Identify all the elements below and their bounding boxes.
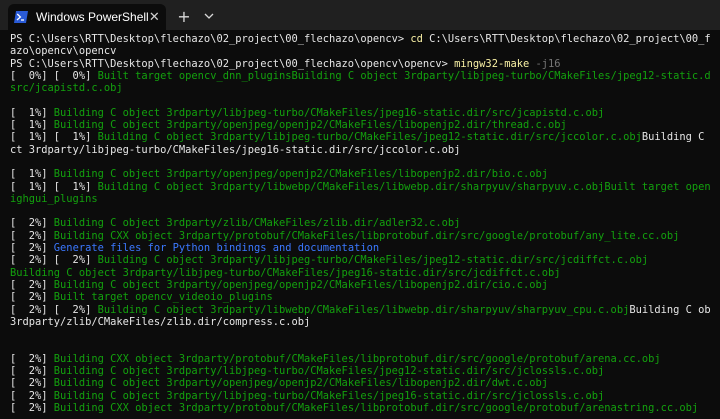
- terminal-text: [ 2%]: [10, 389, 54, 402]
- powershell-icon: [14, 11, 28, 23]
- close-icon[interactable]: ✕: [149, 8, 160, 26]
- terminal-text: [ 2%]: [10, 291, 54, 304]
- terminal-text: ighgui_plugins: [10, 192, 98, 205]
- terminal-text: [ 2%]: [10, 365, 54, 378]
- chevron-down-icon[interactable]: [200, 6, 218, 26]
- terminal-text: ct 3rdparty/libjpeg-turbo/CMakeFiles/jpe…: [10, 143, 461, 156]
- terminal-line: [ 2%] [ 2%] Building C object 3rdparty/l…: [10, 254, 710, 266]
- terminal-text: azo\opencv\opencv: [10, 45, 117, 58]
- terminal-line: [ 2%] Built target opencv_videoio_plugin…: [10, 291, 710, 303]
- terminal-line: [ 2%] Generate files for Python bindings…: [10, 242, 710, 254]
- terminal-text: Building C object 3rdparty/libwebp/CMake…: [97, 303, 630, 316]
- new-tab-button[interactable]: +: [174, 6, 194, 26]
- terminal-text: 3rdparty/zlib/CMakeFiles/zlib.dir/compre…: [10, 315, 311, 328]
- terminal-text: src/jcapistd.c.obj: [10, 82, 123, 95]
- terminal-text: Building C object 3rdparty/libjpeg-turbo…: [291, 69, 710, 82]
- terminal-text: Built target opencv_h: [604, 180, 710, 193]
- terminal-text: [ 1%]: [10, 168, 54, 181]
- terminal-line: azo\opencv\opencv: [10, 45, 710, 57]
- terminal-text: mingw32-make: [454, 57, 536, 70]
- terminal-text: [ 2%]: [10, 278, 54, 291]
- terminal-text: Generate files for Python bindings and d…: [53, 242, 380, 255]
- terminal-text: Building C object 3rdparty/openjpeg/open…: [53, 278, 548, 291]
- terminal-line: [ 2%] Building CXX object 3rdparty/proto…: [10, 402, 710, 414]
- terminal-text: C:\Users\RTT\Desktop\flechazo\02_project…: [429, 33, 710, 45]
- terminal-text: [ 2%]: [10, 229, 54, 242]
- terminal-line: [ 2%] Building C object 3rdparty/libjpeg…: [10, 390, 710, 402]
- terminal-text: [ 2%]: [10, 401, 54, 414]
- terminal-text: [ 1%] [ 1%]: [10, 180, 98, 193]
- terminal-text: [ 2%]: [10, 377, 54, 390]
- terminal-line: 3rdparty/zlib/CMakeFiles/zlib.dir/compre…: [10, 316, 710, 328]
- terminal-text: Building C object 3rdparty/openjpeg/open…: [53, 377, 548, 390]
- terminal-line: [ 2%] Building C object 3rdparty/openjpe…: [10, 279, 710, 291]
- terminal-line: [ 2%] Building CXX object 3rdparty/proto…: [10, 353, 710, 365]
- terminal-line: Building C object 3rdparty/libjpeg-turbo…: [10, 267, 710, 279]
- powershell-window: Windows PowerShell ✕ + PS C:\Users\RTT\D…: [0, 0, 720, 419]
- terminal-text: Building CXX object 3rdparty/protobuf/CM…: [53, 401, 699, 414]
- terminal-text: Building C obje: [641, 131, 705, 144]
- title-bar: Windows PowerShell ✕ +: [0, 0, 720, 30]
- terminal-text: Building C object 3rdparty/openjpeg/open…: [53, 168, 548, 181]
- terminal-text: [ 1%]: [10, 119, 54, 132]
- terminal-text: -j16: [535, 57, 561, 70]
- terminal-line: [ 1%] Building C object 3rdparty/openjpe…: [10, 119, 710, 131]
- tab-title: Windows PowerShell: [36, 10, 149, 24]
- terminal-text: [ 2%]: [10, 242, 54, 255]
- terminal-text: [ 2%] [ 2%]: [10, 254, 98, 267]
- terminal-text: Building C object 3rdparty/libwebp/CMake…: [97, 180, 605, 193]
- terminal-line: [ 1%] [ 1%] Building C object 3rdparty/l…: [10, 181, 710, 193]
- terminal-line: ct 3rdparty/libjpeg-turbo/CMakeFiles/jpe…: [10, 144, 710, 156]
- terminal-text: [ 0%] [ 0%]: [10, 69, 98, 82]
- terminal-line: ighgui_plugins: [10, 193, 710, 205]
- terminal-text: Building C object 3rdparty/libjpeg-turbo…: [53, 106, 605, 119]
- terminal-line: [ 1%] Building C object 3rdparty/openjpe…: [10, 168, 710, 180]
- terminal-text: Building CXX object 3rdparty/protobuf/CM…: [53, 352, 661, 365]
- terminal-text: Building CXX object 3rdparty/protobuf/CM…: [53, 229, 680, 242]
- terminal-line: [ 2%] [ 2%] Building C object 3rdparty/l…: [10, 304, 710, 316]
- terminal-text: Building C object 3rdparty/libjpeg-turbo…: [53, 389, 605, 402]
- terminal-text: Building C object 3rdparty/libjpeg-turbo…: [97, 254, 649, 267]
- terminal-text: cd: [410, 33, 430, 45]
- terminal-text: [ 2%] [ 2%]: [10, 303, 98, 316]
- terminal-text: Building C object 3rdparty/libjpeg-turbo…: [53, 365, 605, 378]
- terminal-text: Building C object 3rdparty/libjpeg-turbo…: [10, 266, 561, 279]
- terminal-text: [ 2%]: [10, 217, 54, 230]
- terminal-text: PS C:\Users\RTT\Desktop\flechazo\02_proj…: [10, 57, 455, 70]
- terminal-text: PS C:\Users\RTT\Desktop\flechazo\02_proj…: [10, 33, 411, 45]
- tab-windows-powershell[interactable]: Windows PowerShell ✕: [8, 4, 166, 30]
- terminal-output[interactable]: PS C:\Users\RTT\Desktop\flechazo\02_proj…: [10, 33, 710, 419]
- terminal-text: Building C objec: [629, 303, 710, 316]
- terminal-text: Building C object 3rdparty/libjpeg-turbo…: [97, 131, 642, 144]
- terminal-text: Built target opencv_videoio_plugins: [53, 291, 273, 304]
- terminal-line: PS C:\Users\RTT\Desktop\flechazo\02_proj…: [10, 58, 710, 70]
- terminal-text: [ 2%]: [10, 352, 54, 365]
- terminal-line: [ 2%] Building C object 3rdparty/openjpe…: [10, 377, 710, 389]
- terminal-line: [ 1%] [ 1%] Building C object 3rdparty/l…: [10, 131, 710, 143]
- terminal-line: PS C:\Users\RTT\Desktop\flechazo\02_proj…: [10, 33, 710, 45]
- terminal-line: [ 2%] Building C object 3rdparty/zlib/CM…: [10, 217, 710, 229]
- terminal-line: [ 0%] [ 0%] Built target opencv_dnn_plug…: [10, 70, 710, 82]
- terminal-line: src/jcapistd.c.obj: [10, 82, 710, 94]
- terminal-line: [ 2%] Building CXX object 3rdparty/proto…: [10, 230, 710, 242]
- terminal-text: [ 1%] [ 1%]: [10, 131, 98, 144]
- terminal-text: Building C object 3rdparty/openjpeg/open…: [53, 119, 567, 132]
- terminal-line: [ 1%] Building C object 3rdparty/libjpeg…: [10, 107, 710, 119]
- terminal-text: [ 1%]: [10, 106, 54, 119]
- terminal-text: Built target opencv_dnn_plugins: [97, 69, 292, 82]
- terminal-line: [ 2%] Building C object 3rdparty/libjpeg…: [10, 365, 710, 377]
- terminal-text: Building C object 3rdparty/zlib/CMakeFil…: [53, 217, 461, 230]
